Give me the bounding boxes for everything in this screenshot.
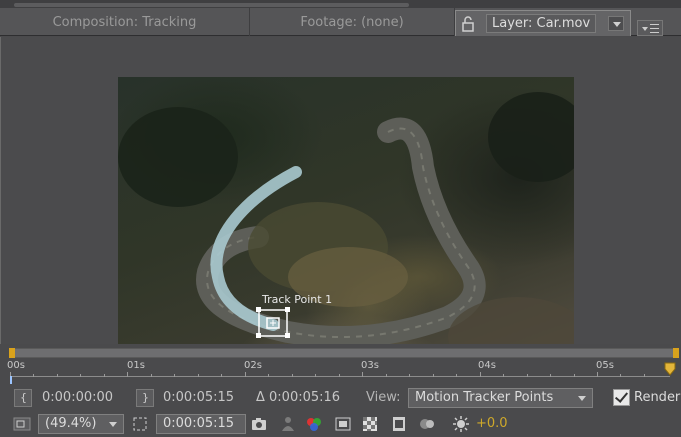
ruler-tick: [127, 372, 129, 377]
scroll-strip[interactable]: [14, 3, 409, 7]
work-area-start-handle[interactable]: [9, 348, 15, 358]
zoom-select[interactable]: (49.4%): [38, 414, 124, 434]
ruler-tick: [315, 374, 317, 377]
time-ruler[interactable]: 00s 01s 02s 03s 04s 05s: [7, 359, 670, 381]
ruler-tick: [409, 374, 411, 377]
ruler-tick: [56, 374, 58, 377]
exposure-icon[interactable]: [452, 415, 470, 433]
current-time-indicator-icon[interactable]: [664, 362, 676, 376]
ruler-tick: [268, 374, 270, 377]
view-select[interactable]: Motion Tracker Points: [408, 388, 593, 408]
tab-layer-label: Layer: Car.mov: [486, 14, 597, 33]
ruler-tick: [385, 374, 387, 377]
ruler-tick: [503, 374, 505, 377]
panel-menu-icon[interactable]: [637, 20, 663, 36]
controls-row-view: (49.4%) 0:00:05:15 +0.0: [0, 412, 681, 436]
ruler-tick: [479, 372, 481, 377]
tab-layer[interactable]: Layer: Car.mov: [455, 10, 631, 36]
in-point-time[interactable]: 0:00:00:00: [42, 390, 113, 405]
snapshot-icon[interactable]: [418, 415, 436, 433]
ruler-tick: [620, 374, 622, 377]
ruler-tick: [33, 374, 35, 377]
render-checkbox[interactable]: [613, 389, 630, 406]
current-time-field[interactable]: 0:00:05:15: [156, 414, 246, 434]
ruler-tick: [244, 372, 246, 377]
tab-composition[interactable]: Composition: Tracking: [0, 8, 250, 36]
timeline: 00s 01s 02s 03s 04s 05s: [0, 344, 681, 384]
work-area-bar[interactable]: [9, 348, 679, 358]
ruler-tick: [550, 374, 552, 377]
always-preview-icon[interactable]: [13, 415, 31, 433]
footage-frame: Track Point 1: [118, 77, 574, 379]
ruler-label: 01s: [127, 360, 145, 371]
ruler-tick: [362, 372, 364, 377]
chevron-down-icon: [109, 422, 117, 427]
view-label: View:: [366, 390, 401, 405]
color-channels-icon[interactable]: [305, 415, 323, 433]
current-time-value: 0:00:05:15: [163, 416, 235, 431]
duration-time: Δ 0:00:05:16: [256, 390, 341, 405]
set-out-point-button[interactable]: }: [136, 389, 154, 407]
ruler-label: 03s: [361, 360, 379, 371]
tab-footage[interactable]: Footage: (none): [250, 8, 455, 36]
region-of-interest-icon[interactable]: [131, 415, 149, 433]
ruler-label: 05s: [596, 360, 614, 371]
ruler-label: 00s: [7, 360, 25, 371]
tab-footage-label: Footage: (none): [300, 14, 404, 30]
ruler-tick: [174, 374, 176, 377]
ruler-tick: [432, 374, 434, 377]
tab-composition-label: Composition: Tracking: [52, 14, 197, 30]
ruler-tick: [150, 374, 152, 377]
zoom-value: (49.4%): [45, 416, 97, 431]
ruler-tick: [103, 374, 105, 377]
ruler-tick: [338, 374, 340, 377]
film-frame-icon[interactable]: [390, 415, 408, 433]
transparency-grid-icon[interactable]: [361, 415, 379, 433]
render-label: Render: [634, 390, 681, 405]
ruler-tick: [573, 374, 575, 377]
work-area-end-handle[interactable]: [673, 348, 679, 358]
footage-scene: [118, 92, 574, 377]
person-icon[interactable]: [279, 415, 297, 433]
controls-row-time: { 0:00:00:00 } 0:00:05:15 Δ 0:00:05:16 V…: [0, 386, 681, 410]
panel-tab-bar: Composition: Tracking Footage: (none) La…: [0, 8, 681, 36]
ruler-label: 04s: [478, 360, 496, 371]
layer-viewer: Track Point 1: [0, 37, 681, 379]
ruler-tick: [526, 374, 528, 377]
ruler-label: 02s: [244, 360, 262, 371]
ruler-tick: [456, 374, 458, 377]
start-marker: [10, 376, 12, 384]
ruler-tick: [221, 374, 223, 377]
layer-dropdown-button[interactable]: [608, 16, 624, 31]
view-select-value: Motion Tracker Points: [415, 390, 554, 405]
ruler-tick: [643, 374, 645, 377]
camera-icon[interactable]: [250, 415, 268, 433]
out-point-time[interactable]: 0:00:05:15: [163, 390, 234, 405]
exposure-value[interactable]: +0.0: [476, 416, 508, 431]
ruler-tick: [291, 374, 293, 377]
safe-zones-icon[interactable]: [334, 415, 352, 433]
ruler-tick: [80, 374, 82, 377]
lock-icon[interactable]: [462, 15, 476, 32]
ruler-tick: [597, 372, 598, 377]
top-strip: [0, 0, 681, 8]
track-point-label: Track Point 1: [262, 293, 333, 306]
set-in-point-button[interactable]: {: [14, 389, 32, 407]
ruler-tick: [197, 374, 199, 377]
chevron-down-icon: [578, 396, 586, 401]
